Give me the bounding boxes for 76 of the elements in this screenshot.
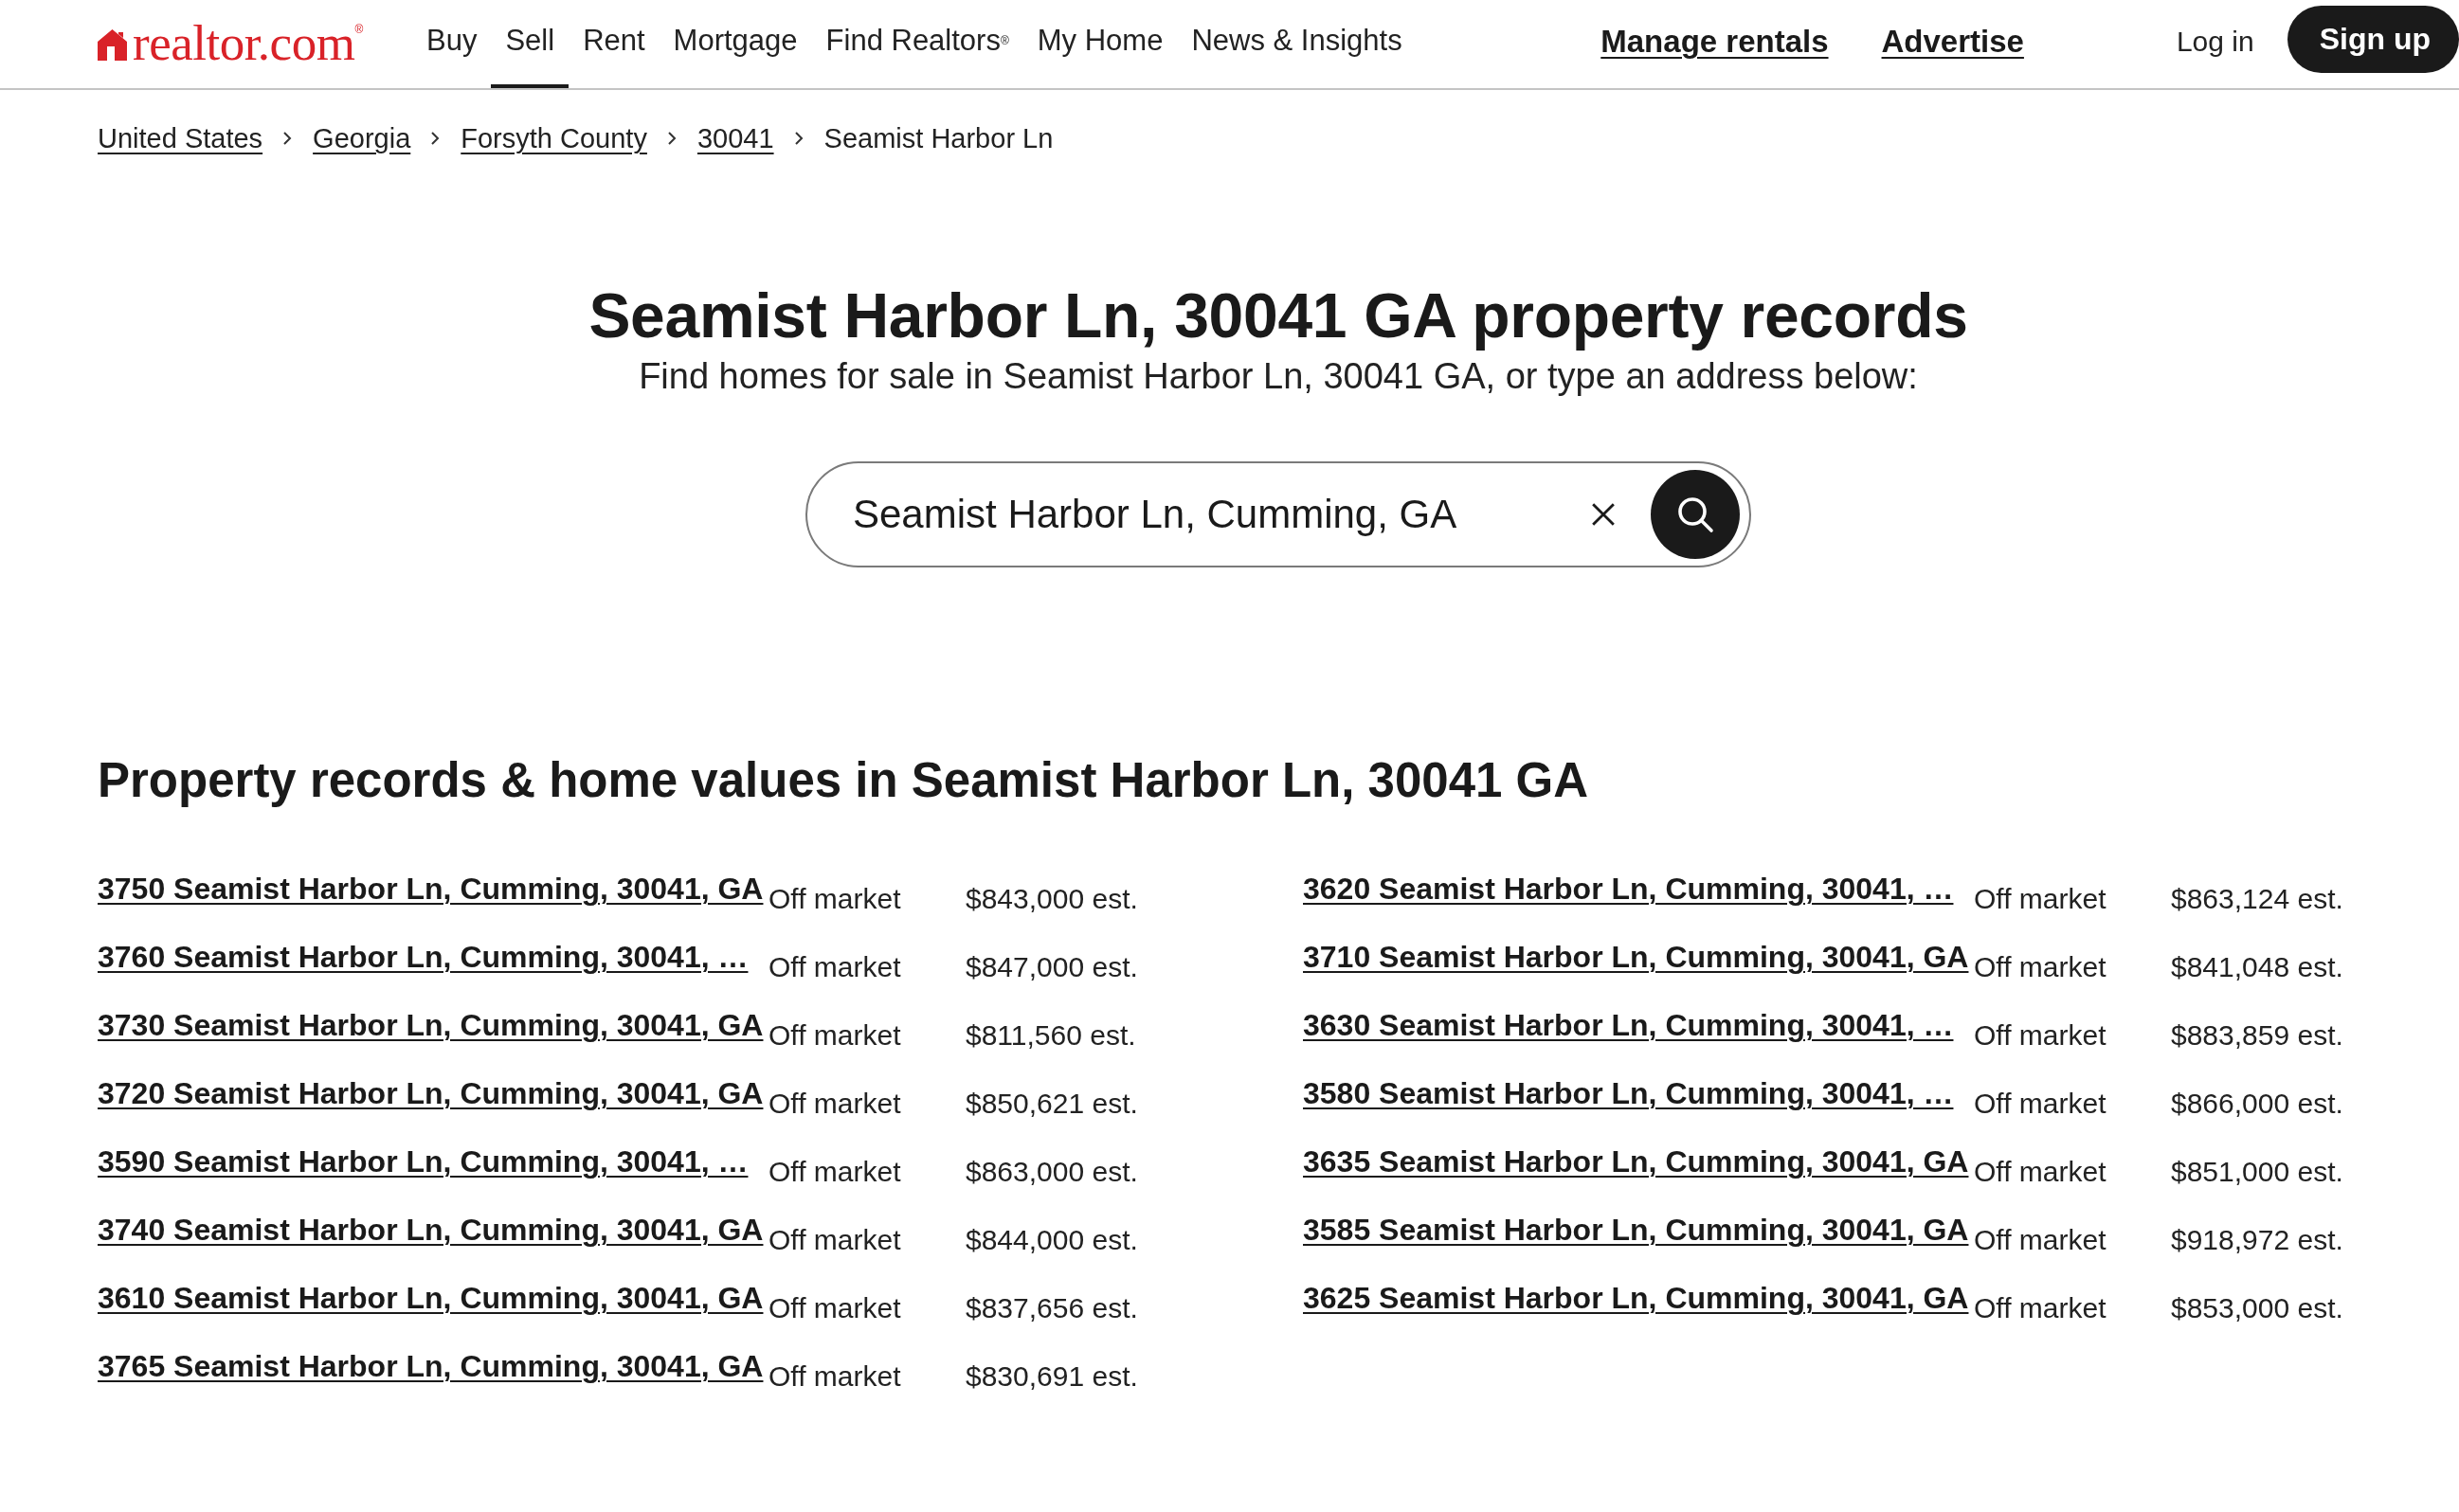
search-bar[interactable]: Seamist Harbor Ln, Cumming, GA xyxy=(805,461,1751,567)
status-text: Off market xyxy=(1974,1291,2106,1325)
search-icon xyxy=(1676,495,1714,533)
price-estimate: $853,000 est. xyxy=(2171,1291,2343,1325)
price-estimate: $850,621 est. xyxy=(966,1087,1138,1121)
address-link[interactable]: 3765 Seamist Harbor Ln, Cumming, 30041, GA xyxy=(98,1347,764,1385)
house-icon xyxy=(98,27,127,61)
header-link[interactable]: Manage rentals xyxy=(1600,23,1829,60)
status-text: Off market xyxy=(1974,1087,2106,1121)
price-estimate: $830,691 est. xyxy=(966,1359,1138,1394)
search-button[interactable] xyxy=(1651,470,1740,559)
login-link[interactable]: Log in xyxy=(2176,25,2254,58)
breadcrumb-link[interactable]: Georgia xyxy=(313,121,411,155)
status-text: Off market xyxy=(1974,882,2106,916)
search-field[interactable]: Seamist Harbor Ln, Cumming, GA xyxy=(853,486,1591,543)
status-text: Off market xyxy=(768,1087,901,1121)
status-text: Off market xyxy=(768,882,901,916)
address-link[interactable]: 3760 Seamist Harbor Ln, Cumming, 30041, … xyxy=(98,938,749,976)
nav-tab[interactable]: Buy xyxy=(412,0,492,88)
close-icon xyxy=(1591,502,1616,527)
chevron-right-icon xyxy=(666,131,677,146)
status-text: Off market xyxy=(768,1359,901,1394)
address-link[interactable]: 3720 Seamist Harbor Ln, Cumming, 30041, GA xyxy=(98,1074,764,1112)
nav-tab[interactable]: Find Realtors$^{®}$ xyxy=(811,0,1023,88)
breadcrumb-current: Seamist Harbor Ln xyxy=(823,122,1054,155)
status-text: Off market xyxy=(1974,1223,2106,1257)
breadcrumb-link[interactable]: 30041 xyxy=(696,121,774,155)
price-estimate: $847,000 est. xyxy=(966,950,1138,984)
header-link[interactable]: Advertise xyxy=(1881,23,2024,60)
nav-tab[interactable]: Rent xyxy=(569,0,660,88)
breadcrumb-link[interactable]: United States xyxy=(98,121,263,155)
chevron-right-icon xyxy=(793,131,804,146)
status-text: Off market xyxy=(768,950,901,984)
signup-button[interactable]: Sign up xyxy=(2287,6,2459,73)
breadcrumb-link[interactable]: Forsyth County xyxy=(461,121,647,155)
chevron-right-icon xyxy=(282,131,293,146)
price-estimate: $837,656 est. xyxy=(966,1291,1138,1325)
nav-tab[interactable]: Mortgage xyxy=(659,0,812,88)
status-text: Off market xyxy=(1974,1018,2106,1053)
address-link[interactable]: 3590 Seamist Harbor Ln, Cumming, 30041, … xyxy=(98,1143,749,1180)
nav-tab[interactable]: Sell xyxy=(491,0,570,88)
address-link[interactable]: 3710 Seamist Harbor Ln, Cumming, 30041, GA xyxy=(1303,938,1969,976)
page-title: Seamist Harbor Ln, 30041 GA property records xyxy=(588,279,1969,352)
price-estimate: $811,560 est. xyxy=(966,1018,1136,1053)
address-link[interactable]: 3585 Seamist Harbor Ln, Cumming, 30041, GA xyxy=(1303,1211,1969,1249)
price-estimate: $863,124 est. xyxy=(2171,882,2343,916)
nav-tab[interactable]: News & Insights xyxy=(1177,0,1417,88)
price-estimate: $851,000 est. xyxy=(2171,1155,2343,1189)
status-text: Off market xyxy=(768,1155,901,1189)
nav-tab[interactable]: My Home xyxy=(1022,0,1178,88)
section-heading: Property records & home values in Seamist Harbor Ln, 30041 GA xyxy=(98,752,1590,809)
address-link[interactable]: 3635 Seamist Harbor Ln, Cumming, 30041, GA xyxy=(1303,1143,1969,1180)
status-text: Off market xyxy=(1974,1155,2106,1189)
address-link[interactable]: 3620 Seamist Harbor Ln, Cumming, 30041, … xyxy=(1303,870,1954,908)
address-link[interactable]: 3630 Seamist Harbor Ln, Cumming, 30041, … xyxy=(1303,1006,1954,1044)
logo[interactable]: realtor.com$^{®}$ xyxy=(98,16,366,68)
price-estimate: $866,000 est. xyxy=(2171,1087,2343,1121)
price-estimate: $844,000 est. xyxy=(966,1223,1138,1257)
clear-button[interactable] xyxy=(1591,502,1616,527)
address-link[interactable]: 3610 Seamist Harbor Ln, Cumming, 30041, GA xyxy=(98,1279,764,1317)
price-estimate: $843,000 est. xyxy=(966,882,1138,916)
chevron-right-icon xyxy=(430,131,441,146)
price-estimate: $883,859 est. xyxy=(2171,1018,2343,1053)
address-link[interactable]: 3740 Seamist Harbor Ln, Cumming, 30041, GA xyxy=(98,1211,764,1249)
price-estimate: $918,972 est. xyxy=(2171,1223,2343,1257)
status-text: Off market xyxy=(768,1018,901,1053)
price-estimate: $863,000 est. xyxy=(966,1155,1138,1189)
address-link[interactable]: 3580 Seamist Harbor Ln, Cumming, 30041, … xyxy=(1303,1074,1954,1112)
price-estimate: $841,048 est. xyxy=(2171,950,2343,984)
address-link[interactable]: 3750 Seamist Harbor Ln, Cumming, 30041, GA xyxy=(98,870,764,908)
status-text: Off market xyxy=(768,1291,901,1325)
status-text: Off market xyxy=(1974,950,2106,984)
page-subtitle: Find homes for sale in Seamist Harbor Ln, 30041 GA, or type an address below: xyxy=(638,355,1919,397)
address-link[interactable]: 3625 Seamist Harbor Ln, Cumming, 30041, GA xyxy=(1303,1279,1969,1317)
address-link[interactable]: 3730 Seamist Harbor Ln, Cumming, 30041, GA xyxy=(98,1006,764,1044)
status-text: Off market xyxy=(768,1223,901,1257)
